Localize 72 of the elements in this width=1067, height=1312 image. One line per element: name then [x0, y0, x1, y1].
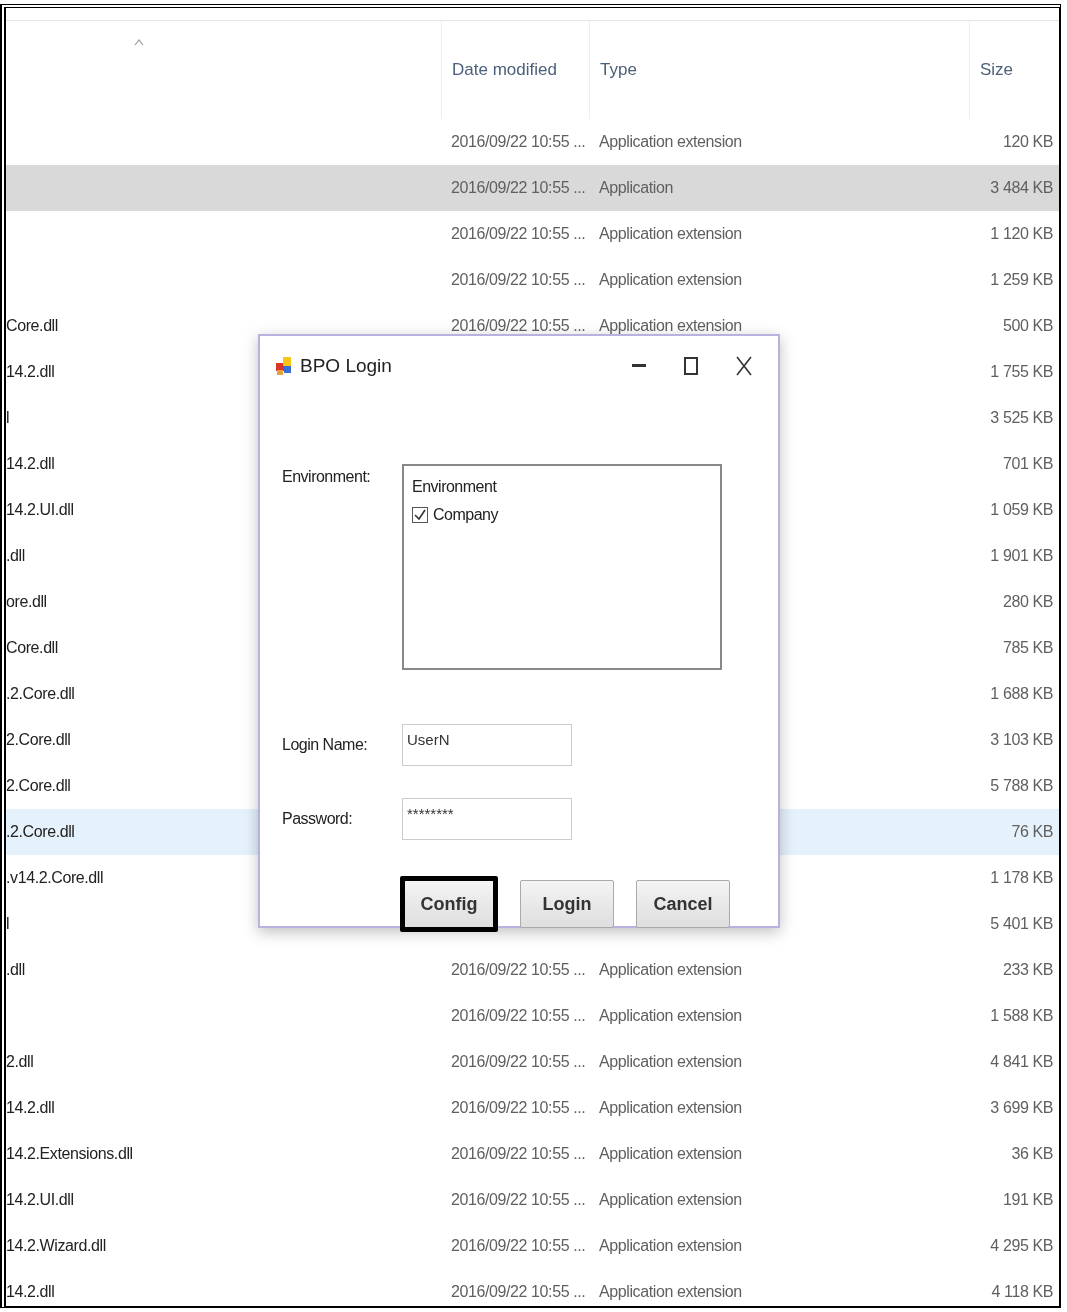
file-type: Application extension: [599, 1099, 742, 1116]
file-type: Application extension: [599, 1053, 742, 1070]
file-name: .2.Core.dll: [6, 685, 75, 702]
date-modified: 2016/09/22 10:55 ...: [451, 317, 586, 334]
file-name: 2.dll: [6, 1053, 34, 1070]
file-name: 14.2.dll: [6, 1283, 55, 1300]
date-modified: 2016/09/22 10:55 ...: [451, 1191, 586, 1208]
file-size: 4 118 KB: [991, 1283, 1053, 1300]
file-type: Application extension: [599, 133, 742, 150]
file-size: 1 178 KB: [990, 869, 1053, 886]
file-size: 1 120 KB: [990, 225, 1053, 242]
file-name: .dll: [6, 547, 25, 564]
date-modified: 2016/09/22 10:55 ...: [451, 1099, 586, 1116]
file-size: 701 KB: [1002, 455, 1053, 472]
file-name: 14.2.Extensions.dll: [6, 1145, 133, 1162]
file-size: 1 688 KB: [990, 685, 1053, 702]
list-header: Environment: [412, 478, 498, 496]
file-name: 14.2.dll: [6, 455, 55, 472]
file-size: 5 788 KB: [990, 777, 1053, 794]
date-modified: 2016/09/22 10:55 ...: [451, 271, 586, 288]
file-size: 280 KB: [1002, 593, 1053, 610]
file-name: Core.dll: [6, 317, 58, 334]
file-name: 14.2.Wizard.dll: [6, 1237, 106, 1254]
file-type: Application extension: [599, 271, 742, 288]
file-name: ore.dll: [6, 593, 47, 610]
file-name: 2.Core.dll: [6, 777, 71, 794]
file-name: 14.2.dll: [6, 1099, 55, 1116]
file-size: 4 295 KB: [990, 1237, 1053, 1254]
file-type: Application extension: [599, 1191, 742, 1208]
date-modified: 2016/09/22 10:55 ...: [451, 1237, 586, 1254]
file-size: 5 401 KB: [990, 915, 1053, 932]
file-size: 785 KB: [1002, 639, 1053, 656]
file-name: .2.Core.dll: [6, 823, 75, 840]
field-label: Password:: [282, 810, 354, 828]
field-label: Login Name:: [282, 736, 369, 754]
date-modified: 2016/09/22 10:55 ...: [451, 961, 586, 978]
date-modified: 2016/09/22 10:55 ...: [451, 133, 586, 150]
file-type: Application extension: [599, 225, 742, 242]
file-size: 36 KB: [1011, 1145, 1053, 1162]
file-name: .v14.2.Core.dll: [6, 869, 104, 886]
file-size: 3 699 KB: [990, 1099, 1053, 1116]
date-modified: 2016/09/22 10:55 ...: [451, 1145, 586, 1162]
file-name: Core.dll: [6, 639, 58, 656]
file-type: Application: [599, 179, 673, 196]
file-size: 191 KB: [1002, 1191, 1053, 1208]
file-size: 1 259 KB: [990, 271, 1053, 288]
date-modified: 2016/09/22 10:55 ...: [451, 1053, 586, 1070]
file-size: 1 588 KB: [990, 1007, 1053, 1024]
file-name: l: [6, 409, 10, 426]
file-type: Application extension: [599, 1145, 742, 1162]
file-type: Application extension: [599, 1283, 742, 1300]
file-size: 1 901 KB: [990, 547, 1053, 564]
date-modified: 2016/09/22 10:55 ...: [451, 1007, 586, 1024]
file-name: .dll: [6, 961, 25, 978]
file-type: Application extension: [599, 317, 742, 334]
file-name: 14.2.UI.dll: [6, 1191, 74, 1208]
file-size: 500 KB: [1002, 317, 1053, 334]
file-size: 3 525 KB: [990, 409, 1053, 426]
file-type: Application extension: [599, 1007, 742, 1024]
file-size: 120 KB: [1002, 133, 1053, 150]
file-size: 76 KB: [1011, 823, 1053, 840]
date-modified: 2016/09/22 10:55 ...: [451, 225, 586, 242]
date-modified: 2016/09/22 10:55 ...: [451, 1283, 586, 1300]
file-size: 4 841 KB: [990, 1053, 1053, 1070]
file-size: 3 484 KB: [990, 179, 1053, 196]
file-size: 233 KB: [1002, 961, 1053, 978]
file-name: l: [6, 915, 10, 932]
date-modified: 2016/09/22 10:55 ...: [451, 179, 586, 196]
dialog-title: BPO Login: [300, 355, 392, 377]
file-type: Application extension: [599, 1237, 742, 1254]
file-type: Application extension: [599, 961, 742, 978]
field-label: Environment:: [282, 467, 372, 486]
